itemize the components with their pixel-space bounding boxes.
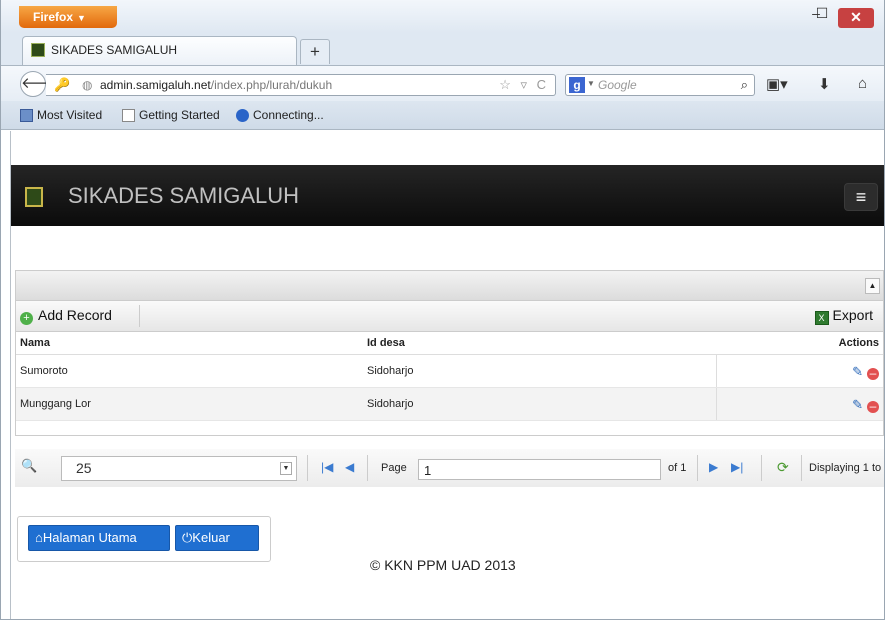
browser-window: Firefox ▼ – ☐ ✕ SIKADES SAMIGALUH + 🡐 🔑 ◍…: [0, 0, 885, 620]
window-frame: [0, 0, 885, 620]
